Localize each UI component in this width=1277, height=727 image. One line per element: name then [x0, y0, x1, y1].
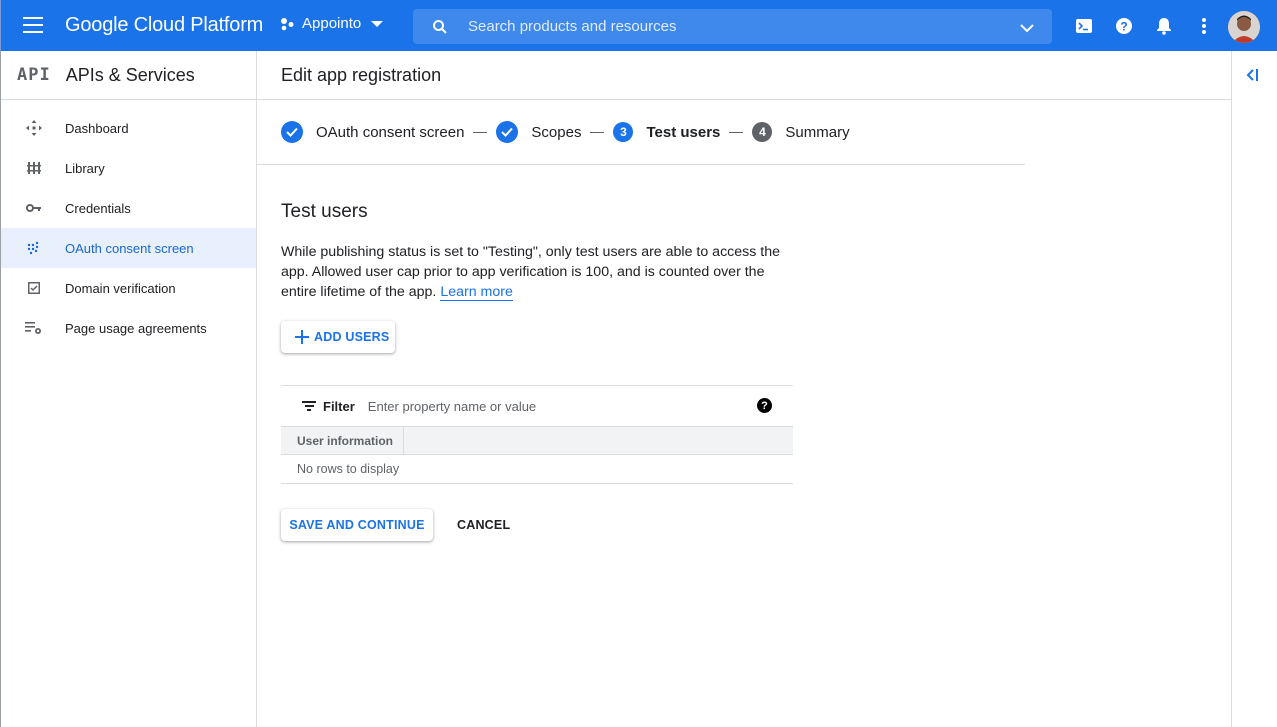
sidebar-item-label: Page usage agreements — [65, 320, 207, 336]
sidebar-item-domain-verification[interactable]: Domain verification — [1, 268, 256, 308]
project-selector[interactable]: Appointo — [280, 15, 384, 32]
column-header-user-information[interactable]: User information — [281, 427, 404, 454]
sidebar-item-label: OAuth consent screen — [65, 240, 194, 256]
step-separator — [473, 131, 488, 133]
dashboard-icon — [24, 118, 44, 138]
search-bar[interactable] — [413, 9, 1052, 44]
learn-more-link[interactable]: Learn more — [440, 284, 513, 301]
page-title: Edit app registration — [281, 65, 442, 85]
help-icon[interactable]: ? — [1114, 16, 1134, 36]
step-number: 3 — [613, 122, 634, 142]
filter-label: Filter — [323, 398, 355, 414]
sidebar-item-label: Domain verification — [65, 280, 176, 296]
sidebar-item-page-usage-agreements[interactable]: Page usage agreements — [1, 308, 256, 348]
help-circle-icon[interactable]: ? — [757, 398, 772, 413]
sidebar-item-credentials[interactable]: Credentials — [1, 188, 256, 228]
caret-down-icon — [371, 20, 384, 27]
menu-icon[interactable] — [23, 17, 43, 33]
sidebar-item-oauth-consent-screen[interactable]: OAuth consent screen — [1, 228, 256, 268]
brand-logo[interactable]: Google Cloud Platform — [65, 14, 263, 37]
checkbox-icon — [24, 278, 44, 298]
plus-icon — [295, 330, 309, 344]
sidebar-item-label: Library — [65, 160, 105, 176]
test-users-table: Filter ? User information No rows to dis… — [281, 385, 793, 484]
search-icon — [432, 19, 448, 35]
check-circle-icon — [496, 121, 519, 143]
api-badge: API — [17, 65, 51, 85]
description-text: While publishing status is set to "Testi… — [281, 244, 780, 300]
page-header: Edit app registration — [257, 51, 1231, 100]
more-vert-icon[interactable] — [1194, 16, 1214, 36]
settings-list-icon — [24, 318, 44, 338]
step-scopes[interactable]: Scopes — [496, 121, 581, 143]
svg-text:?: ? — [1120, 20, 1127, 34]
project-icon — [280, 16, 296, 32]
notifications-icon[interactable] — [1154, 16, 1174, 36]
sidebar-title: APIs & Services — [65, 64, 195, 85]
divider — [257, 164, 1025, 165]
key-icon — [24, 198, 44, 218]
top-app-bar: Google Cloud Platform Appointo ? — [0, 0, 1277, 51]
step-label: Summary — [785, 123, 850, 141]
avatar[interactable] — [1228, 11, 1260, 43]
library-icon — [24, 158, 44, 178]
sidebar-item-library[interactable]: Library — [1, 148, 256, 188]
step-test-users[interactable]: 3 Test users — [613, 122, 720, 142]
consent-icon — [24, 238, 44, 258]
description: While publishing status is set to "Testi… — [281, 242, 801, 302]
section-title: Test users — [281, 201, 368, 222]
sidebar-item-dashboard[interactable]: Dashboard — [1, 108, 256, 148]
left-sidebar: API APIs & Services Dashboard Library Cr… — [0, 51, 257, 727]
sidebar-header: API APIs & Services — [1, 51, 256, 100]
filter-input[interactable] — [367, 398, 708, 414]
step-number: 4 — [752, 122, 773, 142]
search-input[interactable] — [468, 18, 988, 35]
step-separator — [590, 131, 605, 133]
save-and-continue-button[interactable]: SAVE AND CONTINUE — [281, 509, 433, 541]
step-separator — [729, 131, 744, 133]
sidebar-nav: Dashboard Library Credentials OAuth cons… — [1, 100, 256, 348]
empty-state: No rows to display — [281, 455, 793, 484]
step-label: OAuth consent screen — [316, 123, 465, 141]
step-label: Test users — [646, 123, 721, 141]
filter-bar: Filter ? — [281, 385, 793, 426]
stepper: OAuth consent screen Scopes 3 Test users… — [281, 119, 850, 145]
project-name: Appointo — [302, 15, 362, 32]
right-rail — [1231, 51, 1277, 727]
cancel-button[interactable]: CANCEL — [447, 509, 520, 541]
step-summary[interactable]: 4 Summary — [752, 122, 850, 142]
collapse-panel-icon[interactable] — [1246, 68, 1260, 87]
sidebar-item-label: Dashboard — [65, 120, 129, 136]
add-users-label: ADD USERS — [314, 330, 390, 344]
check-circle-icon — [281, 121, 303, 143]
cloud-shell-icon[interactable] — [1074, 16, 1094, 36]
filter-icon — [302, 401, 316, 411]
add-users-button[interactable]: ADD USERS — [281, 321, 395, 353]
sidebar-item-label: Credentials — [65, 200, 131, 216]
table-header-row: User information — [281, 426, 793, 455]
chevron-down-icon[interactable] — [1020, 20, 1034, 38]
step-oauth-consent-screen[interactable]: OAuth consent screen — [281, 121, 464, 143]
step-label: Scopes — [531, 123, 582, 141]
